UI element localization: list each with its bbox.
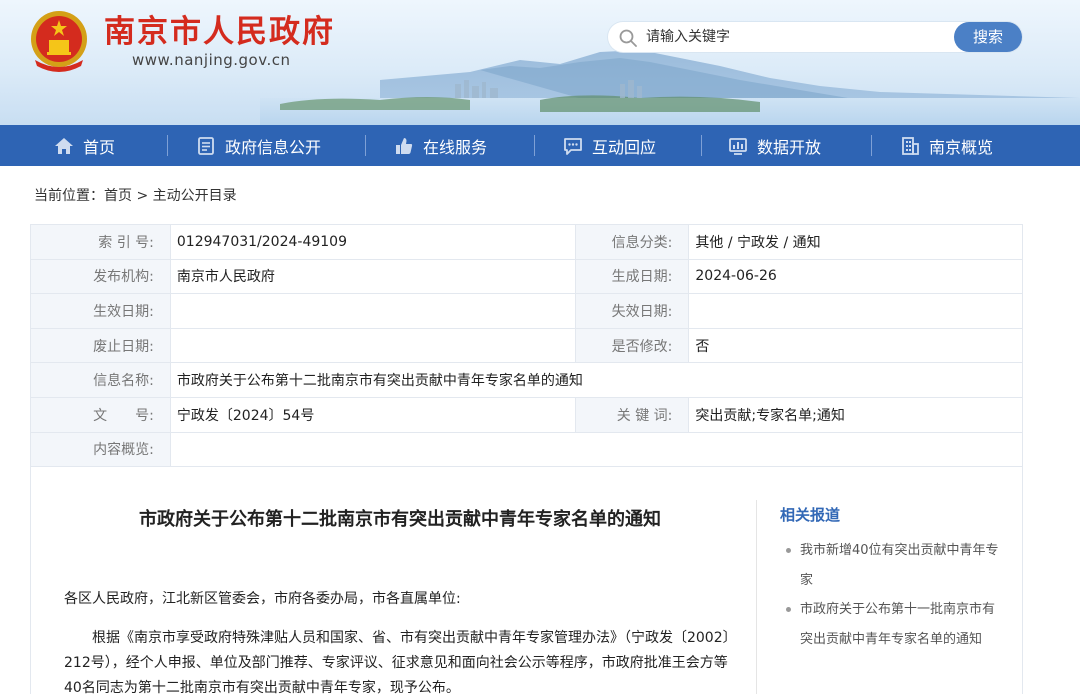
summary-label: 内容概览:	[30, 431, 171, 468]
site-domain: www.nanjing.gov.cn	[132, 51, 291, 69]
nav-item-interaction[interactable]: 互动回应	[563, 125, 656, 166]
chart-icon	[729, 137, 747, 155]
breadcrumb-prefix: 当前位置：	[34, 188, 104, 204]
site-header: 南京市人民政府 www.nanjing.gov.cn 搜索	[0, 0, 1080, 125]
home-icon	[55, 137, 73, 154]
main-nav: 首页 政府信息公开 在线服务 互动回应 数据开放 南京概览	[0, 125, 1080, 166]
publisher-value: 南京市人民政府	[169, 258, 576, 295]
keywords-label: 关 键 词:	[574, 396, 690, 433]
effective-date-value	[169, 293, 576, 329]
expiry-date-label: 失效日期:	[574, 293, 690, 329]
summary-value	[169, 431, 1024, 468]
related-reports-list: 我市新增40位有突出贡献中青年专家 市政府关于公布第十一批南京市有突出贡献中青年…	[784, 536, 999, 654]
index-number-value: 012947031/2024-49109	[169, 224, 576, 260]
effective-date-label: 生效日期:	[30, 293, 171, 329]
search-bar: 搜索	[608, 22, 1022, 52]
sidebar-divider	[756, 500, 757, 694]
nav-item-open-data[interactable]: 数据开放	[728, 125, 821, 166]
table-row: 文 号: 宁政发〔2024〕54号 关 键 词: 突出贡献;专家名单;通知	[30, 396, 1023, 433]
national-emblem-logo	[31, 11, 87, 72]
expiry-date-value	[688, 293, 1023, 329]
breadcrumb-separator: >	[132, 188, 153, 204]
site-title[interactable]: 南京市人民政府	[104, 12, 335, 52]
search-icon	[619, 29, 637, 47]
modified-label: 是否修改:	[574, 327, 690, 364]
thumbs-up-icon	[396, 137, 413, 154]
search-input[interactable]	[646, 26, 946, 48]
document-salutation: 各区人民政府，江北新区管委会，市府各委办局，市各直属单位:	[64, 591, 461, 607]
related-report-text: 市政府关于公布第十一批南京市有突出贡献中青年专家名单的通知	[800, 602, 996, 647]
breadcrumb: 当前位置：首页 > 主动公开目录	[34, 186, 237, 206]
nav-item-label: 在线服务	[423, 137, 488, 157]
nav-item-label: 政府信息公开	[225, 137, 322, 157]
nav-item-gov-info[interactable]: 政府信息公开	[196, 125, 321, 166]
nav-item-label: 首页	[83, 137, 116, 157]
related-report-text: 我市新增40位有突出贡献中青年专家	[800, 543, 999, 588]
building-icon	[902, 136, 919, 155]
document-number-label: 文 号:	[30, 396, 171, 433]
table-row: 发布机构: 南京市人民政府 生成日期: 2024-06-26	[30, 258, 1023, 295]
modified-value: 否	[688, 327, 1023, 364]
info-name-value: 市政府关于公布第十二批南京市有突出贡献中青年专家名单的通知	[169, 362, 1024, 398]
table-row: 索 引 号: 012947031/2024-49109 信息分类: 其他 / 宁…	[30, 224, 1023, 260]
nav-divider	[871, 135, 872, 156]
category-label: 信息分类:	[574, 224, 690, 260]
related-reports-title: 相关报道	[780, 506, 841, 524]
breadcrumb-current-link[interactable]: 主动公开目录	[153, 188, 237, 204]
document-number-value: 宁政发〔2024〕54号	[169, 396, 576, 433]
chat-icon	[564, 137, 582, 155]
related-report-link[interactable]: 市政府关于公布第十一批南京市有突出贡献中青年专家名单的通知	[784, 595, 999, 654]
abolished-date-label: 废止日期:	[30, 327, 171, 364]
table-row: 信息名称: 市政府关于公布第十二批南京市有突出贡献中青年专家名单的通知	[30, 362, 1024, 398]
keywords-value: 突出贡献;专家名单;通知	[688, 396, 1023, 433]
nav-divider	[365, 135, 366, 156]
nav-item-home[interactable]: 首页	[54, 125, 115, 166]
publisher-label: 发布机构:	[30, 258, 171, 295]
nav-item-nanjing-overview[interactable]: 南京概览	[900, 125, 993, 166]
related-report-link[interactable]: 我市新增40位有突出贡献中青年专家	[784, 536, 999, 595]
category-value: 其他 / 宁政发 / 通知	[688, 224, 1023, 260]
nav-item-online-service[interactable]: 在线服务	[394, 125, 487, 166]
document-title: 市政府关于公布第十二批南京市有突出贡献中青年专家名单的通知	[139, 509, 661, 530]
abolished-date-value	[169, 327, 576, 364]
document-icon	[198, 136, 214, 155]
search-button[interactable]: 搜索	[954, 22, 1022, 52]
nav-divider	[701, 135, 702, 156]
created-date-label: 生成日期:	[574, 258, 690, 295]
nav-divider	[534, 135, 535, 156]
nav-item-label: 数据开放	[757, 137, 822, 157]
document-body: 各区人民政府，江北新区管委会，市府各委办局，市各直属单位: 根据《南京市享受政府…	[64, 586, 730, 694]
created-date-value: 2024-06-26	[688, 258, 1023, 295]
table-row: 生效日期: 失效日期:	[30, 293, 1023, 329]
info-name-label: 信息名称:	[30, 362, 171, 398]
nav-divider	[167, 135, 168, 156]
index-number-label: 索 引 号:	[30, 224, 171, 260]
nav-item-label: 南京概览	[929, 137, 994, 157]
document-paragraph: 根据《南京市享受政府特殊津贴人员和国家、省、市有突出贡献中青年专家管理办法》（宁…	[64, 630, 730, 694]
bullet-icon	[786, 548, 791, 553]
table-row: 废止日期: 是否修改: 否	[30, 327, 1023, 364]
bullet-icon	[786, 607, 791, 612]
table-row: 内容概览:	[30, 431, 1024, 468]
document-metadata-table: 索 引 号: 012947031/2024-49109 信息分类: 其他 / 宁…	[30, 224, 1024, 468]
nav-item-label: 互动回应	[592, 137, 657, 157]
breadcrumb-home-link[interactable]: 首页	[104, 188, 132, 204]
